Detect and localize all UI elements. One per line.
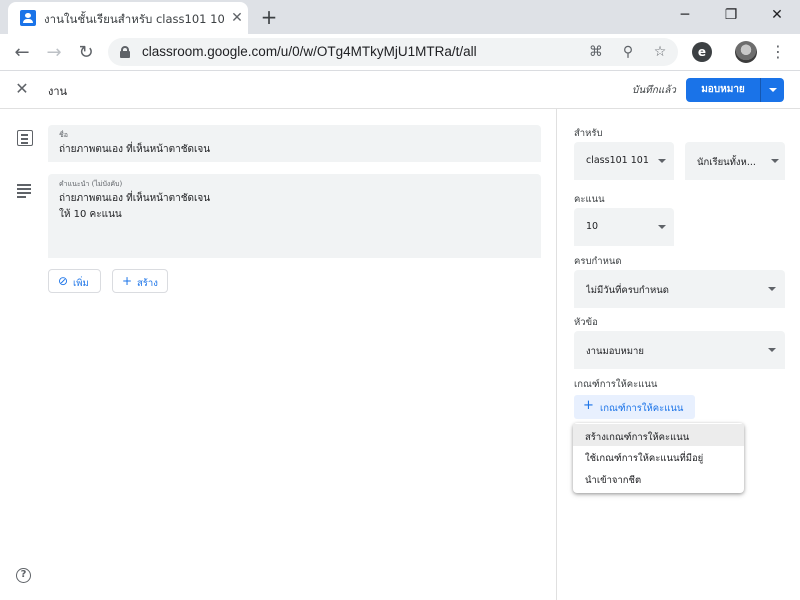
points-select[interactable]: 10 [574,208,674,246]
extension-icon[interactable]: e [692,42,712,62]
chevron-down-icon [768,287,776,291]
create-button[interactable]: + สร้าง [112,269,168,293]
browser-toolbar: ← → ↻ classroom.google.com/u/0/w/OTg4MTk… [0,34,800,71]
new-tab-button[interactable]: + [256,6,282,28]
assign-button[interactable]: มอบหมาย [686,78,784,102]
back-arrow-icon[interactable]: ← [8,39,36,67]
notes-icon [17,182,33,198]
description-field[interactable]: คำแนะนำ (ไม่บังคับ) ถ่ายภาพตนเอง ที่เห็น… [48,174,541,258]
chevron-down-icon [658,225,666,229]
zoom-icon[interactable]: ⚲ [618,42,638,62]
assignment-form: ชื่อ ถ่ายภาพตนเอง ที่เห็นหน้าตาชัดเจน คำ… [0,109,556,600]
browser-tab[interactable]: งานในชั้นเรียนสำหรับ class101 101 ✕ [8,2,248,34]
due-label: ครบกำหนด [574,256,622,267]
chevron-down-icon[interactable] [761,78,784,102]
lock-icon[interactable] [120,46,130,58]
menu-dots-icon[interactable]: ⋮ [770,42,786,62]
chevron-down-icon [658,159,666,163]
maximize-button[interactable]: ❐ [708,0,754,30]
description-field-value[interactable]: ถ่ายภาพตนเอง ที่เห็นหน้าตาชัดเจน ให้ 10 … [59,191,210,223]
address-bar[interactable]: classroom.google.com/u/0/w/OTg4MTkyMjU1M… [108,38,678,66]
title-field-value[interactable]: ถ่ายภาพตนเอง ที่เห็นหน้าตาชัดเจน [59,142,210,158]
create-button-label: สร้าง [137,278,158,289]
assignment-header: ✕ งาน บันทึกแล้ว มอบหมาย [0,71,800,109]
rubric-button[interactable]: + เกณฑ์การให้คะแนน [574,395,695,419]
profile-avatar[interactable] [735,41,757,63]
rubric-menu: สร้างเกณฑ์การให้คะแนน ใช้เกณฑ์การให้คะแน… [573,423,744,493]
topic-select[interactable]: งานมอบหมาย [574,331,785,369]
students-select[interactable]: นักเรียนทั้งห... [685,142,785,180]
points-select-value: 10 [586,221,599,232]
due-date-value: ไม่มีวันที่ครบกำหนด [586,285,669,296]
menu-item-import-sheets[interactable]: นำเข้าจากชีต [573,467,744,489]
students-select-value: นักเรียนทั้งห... [697,157,756,168]
rubric-button-label: เกณฑ์การให้คะแนน [600,403,684,414]
saved-status: บันทึกแล้ว [632,85,677,96]
plus-icon: + [583,398,594,413]
url-text[interactable]: classroom.google.com/u/0/w/OTg4MTkyMjU1M… [142,44,477,59]
add-button-label: เพิ่ม [73,278,89,289]
classroom-favicon-icon [20,10,36,26]
plus-icon: + [122,274,133,288]
menu-item-create-rubric[interactable]: สร้างเกณฑ์การให้คะแนน [573,424,744,446]
rubric-label: เกณฑ์การให้คะแนน [574,379,658,390]
description-field-label: คำแนะนำ (ไม่บังคับ) [59,180,123,188]
for-label: สำหรับ [574,128,603,139]
tab-title: งานในชั้นเรียนสำหรับ class101 101 [44,12,224,26]
points-label: คะแนน [574,194,605,205]
page-title: งาน [48,85,68,98]
topic-select-value: งานมอบหมาย [586,346,644,357]
reload-icon[interactable]: ↻ [72,39,100,67]
class-select[interactable]: class101 101 [574,142,674,180]
close-icon[interactable]: ✕ [12,79,32,99]
help-icon[interactable]: ? [16,568,31,583]
chevron-down-icon [768,348,776,352]
assignment-settings: สำหรับ class101 101 นักเรียนทั้งห... คะแ… [556,109,800,600]
tab-close-icon[interactable]: ✕ [228,9,246,27]
due-date-select[interactable]: ไม่มีวันที่ครบกำหนด [574,270,785,308]
paperclip-icon: ⊘ [58,274,69,288]
minimize-button[interactable]: ─ [662,0,708,30]
topic-label: หัวข้อ [574,317,598,328]
add-attachment-button[interactable]: ⊘ เพิ่ม [48,269,101,293]
browser-tab-bar: งานในชั้นเรียนสำหรับ class101 101 ✕ + ─ … [0,0,800,34]
menu-item-reuse-rubric[interactable]: ใช้เกณฑ์การให้คะแนนที่มีอยู่ [573,445,744,467]
assign-button-label[interactable]: มอบหมาย [686,78,760,102]
translate-icon[interactable]: ⌘ [586,42,606,62]
window-close-button[interactable]: ✕ [754,0,800,30]
star-icon[interactable]: ☆ [650,42,670,62]
title-field-label: ชื่อ [59,131,68,139]
class-select-value: class101 101 [586,155,649,166]
clipboard-icon [17,130,33,146]
title-field[interactable]: ชื่อ ถ่ายภาพตนเอง ที่เห็นหน้าตาชัดเจน [48,125,541,162]
chevron-down-icon [771,159,779,163]
forward-arrow-icon[interactable]: → [40,39,68,67]
